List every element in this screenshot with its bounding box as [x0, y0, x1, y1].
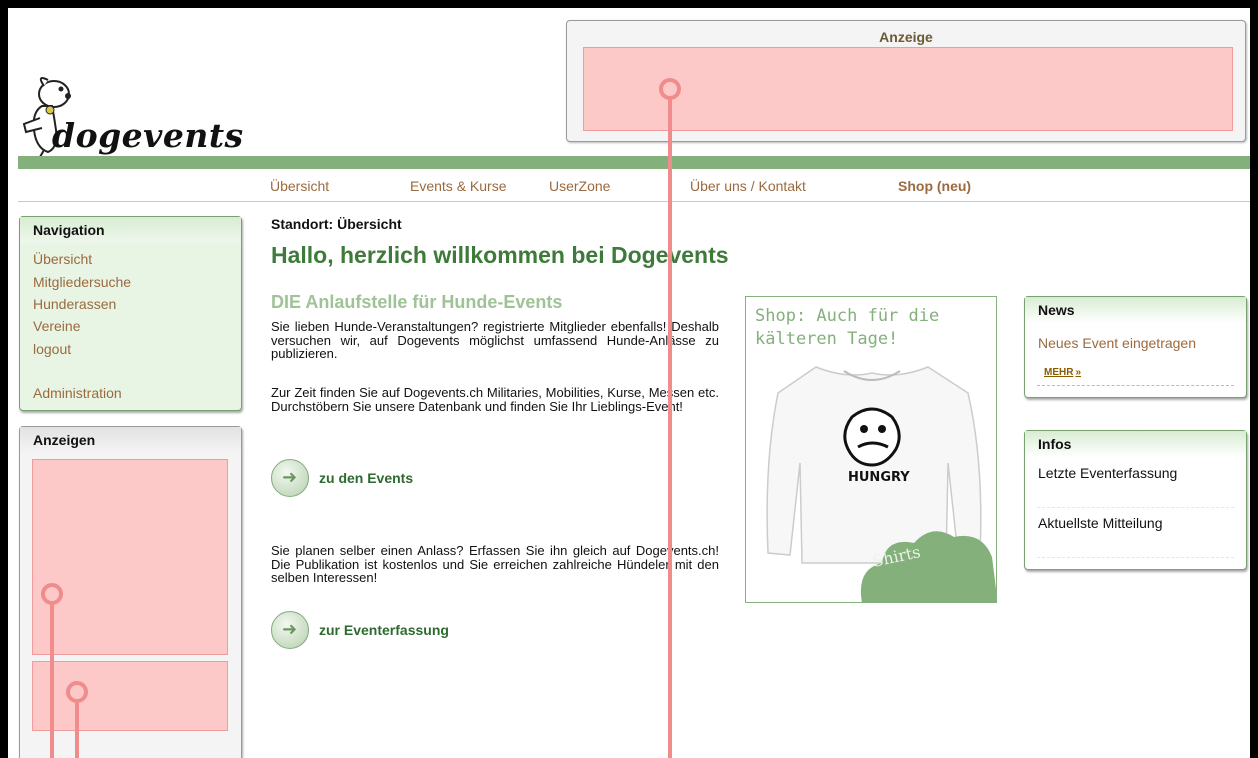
- sidebar-navigation-title: Navigation: [20, 217, 241, 243]
- sidebar-ad-slot-small[interactable]: [32, 661, 228, 731]
- news-more-link[interactable]: MEHR»: [1044, 367, 1081, 378]
- pointer-marker-ring: [659, 78, 681, 100]
- divider: [1037, 507, 1234, 508]
- news-item[interactable]: Neues Event eingetragen: [1038, 335, 1196, 351]
- double-chevron-icon: »: [1075, 367, 1082, 378]
- arrow-circle-icon: ➜: [271, 611, 309, 649]
- sidebar-ads-title: Anzeigen: [20, 427, 241, 453]
- news-more-label: MEHR: [1044, 367, 1074, 378]
- events-paragraph: Zur Zeit finden Sie auf Dogevents.ch Mil…: [271, 385, 719, 414]
- infos-title: Infos: [1025, 431, 1246, 457]
- header-green-bar: [18, 156, 1250, 169]
- pointer-marker-line: [75, 702, 79, 758]
- page: dogevents Anzeige Übersicht Events & Kur…: [8, 8, 1250, 758]
- events-link[interactable]: ➜ zu den Events: [271, 458, 413, 498]
- topnav-userzone[interactable]: UserZone: [549, 178, 610, 194]
- divider: [1037, 557, 1234, 558]
- submit-event-paragraph: Sie planen selber einen Anlass? Erfassen…: [271, 543, 719, 585]
- event-submission-link-label: zur Eventerfassung: [319, 622, 449, 638]
- topnav-shop[interactable]: Shop (neu): [898, 178, 971, 194]
- section-subheading: DIE Anlaufstelle für Hunde-Events: [271, 292, 563, 312]
- shirt-print-text: HUNGRY: [848, 470, 910, 485]
- arrow-circle-icon: ➜: [271, 459, 309, 497]
- shirt-image: HUNGRY: [766, 366, 996, 602]
- event-submission-link[interactable]: ➜ zur Eventerfassung: [271, 610, 449, 650]
- intro-paragraph: Sie lieben Hunde-Veranstaltungen? regist…: [271, 319, 719, 361]
- topnav-ueber-uns-kontakt[interactable]: Über uns / Kontakt: [690, 178, 806, 194]
- breadcrumb: Standort: Übersicht: [271, 216, 402, 232]
- pointer-marker-ring: [41, 583, 63, 605]
- topnav-uebersicht[interactable]: Übersicht: [270, 178, 329, 194]
- sidebar-item-administration[interactable]: Administration: [33, 385, 122, 401]
- divider: [1037, 385, 1234, 386]
- news-title: News: [1025, 297, 1246, 323]
- sidebar-ad-slot-large[interactable]: [32, 459, 228, 655]
- sidebar-item-hunderassen[interactable]: Hunderassen: [33, 296, 116, 312]
- sidebar-item-mitgliedersuche[interactable]: Mitgliedersuche: [33, 274, 131, 290]
- infos-item-aktuellste-mitteilung[interactable]: Aktuellste Mitteilung: [1038, 515, 1163, 531]
- sidebar-navigation: Navigation Übersicht Mitgliedersuche Hun…: [19, 216, 242, 411]
- top-ad-title: Anzeige: [879, 29, 933, 45]
- shop-promo[interactable]: Shop: Auch für die kälteren Tage! HUNGRY…: [745, 296, 997, 603]
- pointer-marker-ring: [66, 681, 88, 703]
- shop-promo-title: Shop: Auch für die kälteren Tage!: [755, 306, 940, 349]
- infos-box: Infos Letzte Eventerfassung Aktuellste M…: [1024, 430, 1247, 570]
- events-link-label: zu den Events: [319, 470, 414, 486]
- sidebar-item-vereine[interactable]: Vereine: [33, 318, 80, 334]
- topnav-events-kurse[interactable]: Events & Kurse: [410, 178, 507, 194]
- sidebar-item-logout[interactable]: logout: [33, 341, 71, 357]
- pointer-marker-line: [668, 98, 672, 758]
- page-title: Hallo, herzlich willkommen bei Dogevents: [271, 242, 729, 268]
- site-logo-text: dogevents: [52, 116, 244, 155]
- pointer-marker-line: [50, 604, 54, 758]
- news-box: News Neues Event eingetragen MEHR»: [1024, 296, 1247, 398]
- top-navigation: Übersicht Events & Kurse UserZone Über u…: [18, 169, 1250, 202]
- infos-item-letzte-eventerfassung[interactable]: Letzte Eventerfassung: [1038, 465, 1177, 481]
- sidebar-item-uebersicht[interactable]: Übersicht: [33, 251, 92, 267]
